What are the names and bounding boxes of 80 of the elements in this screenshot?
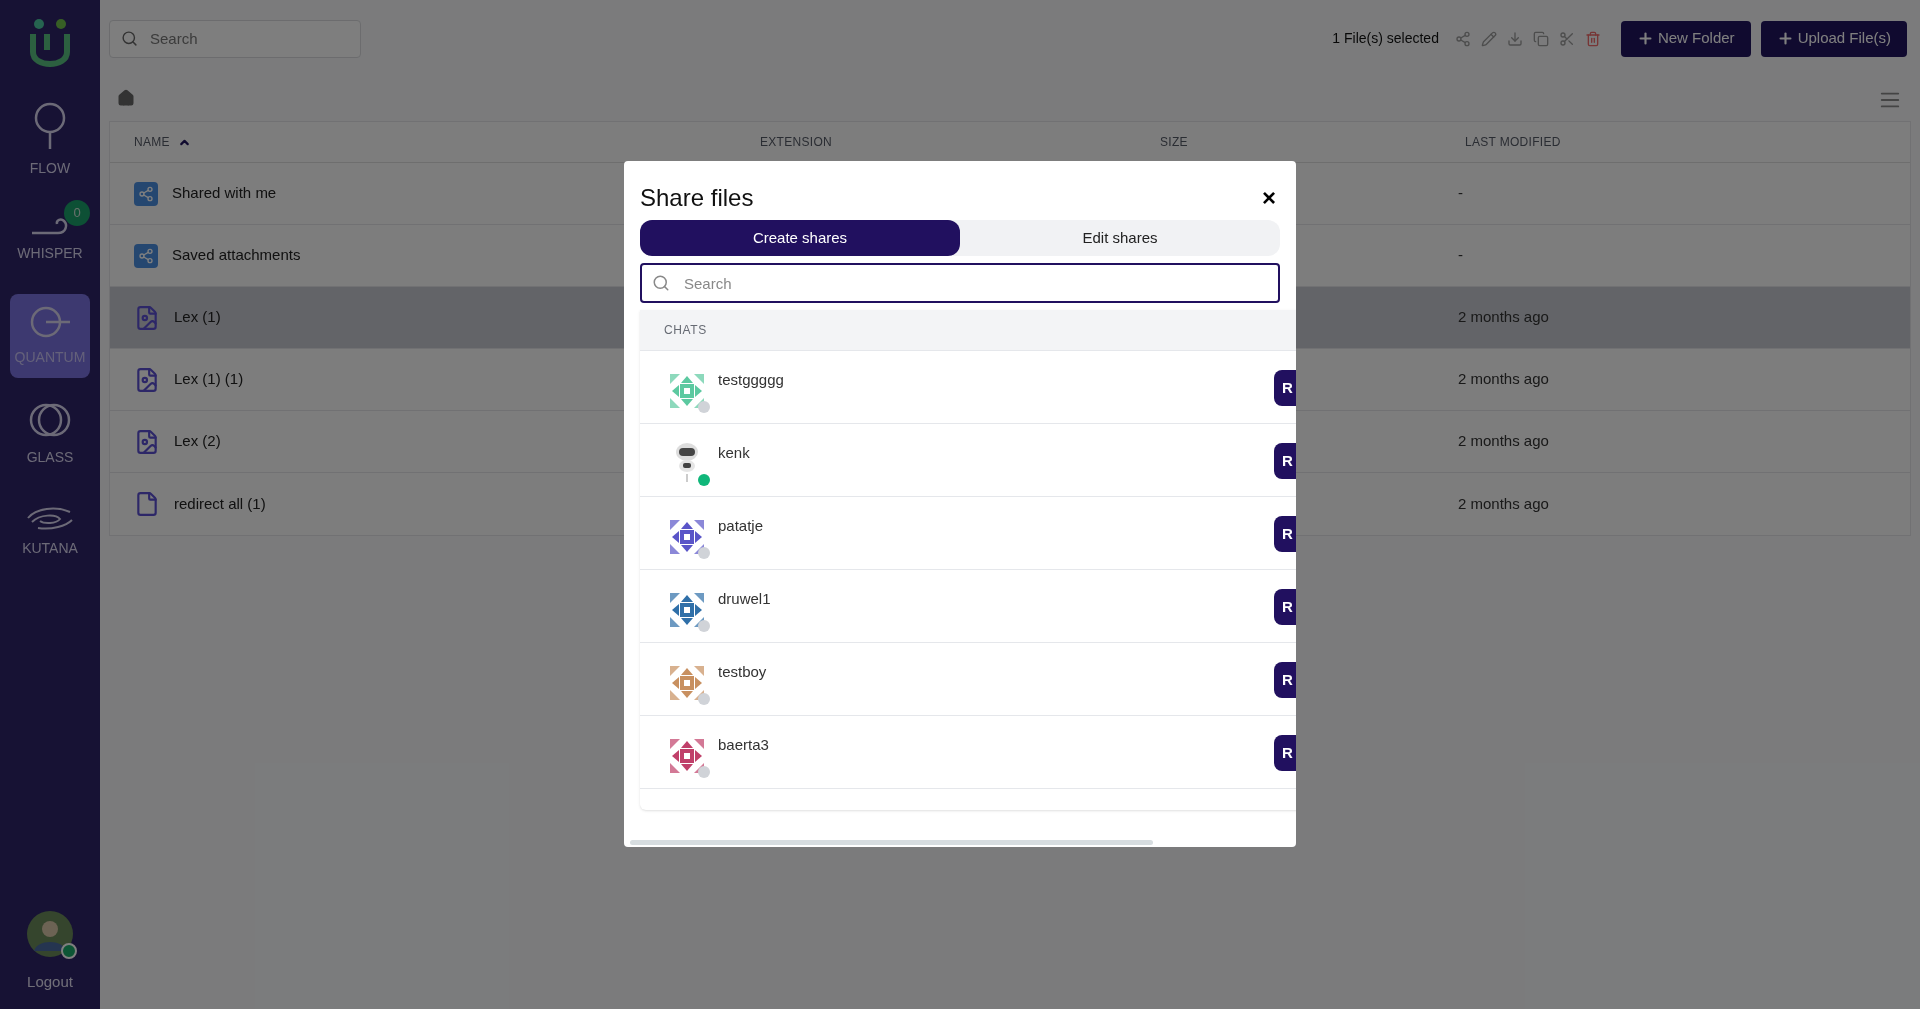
edit-icon[interactable]: [1480, 30, 1497, 47]
search-icon: [121, 29, 138, 47]
pattern-avatar-icon: [670, 374, 704, 408]
share-chat-button[interactable]: R: [1274, 589, 1296, 625]
chat-row[interactable]: baerta3 R: [640, 716, 1296, 789]
horizontal-scrollbar[interactable]: [630, 840, 1153, 845]
last-modified: -: [1458, 245, 1463, 266]
wave-icon: [26, 505, 74, 530]
file-name: Lex (1) (1): [174, 369, 244, 390]
chat-row[interactable]: testggggg R: [640, 351, 1296, 424]
dialog-tab[interactable]: Create shares: [640, 220, 960, 256]
file-name: redirect all (1): [174, 493, 266, 514]
pattern-avatar-icon: [670, 520, 704, 554]
chat-row[interactable]: kenk R: [640, 424, 1296, 497]
chat-name: kenk: [718, 443, 750, 463]
cut-icon[interactable]: [1558, 30, 1575, 47]
user-avatar[interactable]: [27, 910, 73, 957]
chat-row[interactable]: druwel1 R: [640, 570, 1296, 643]
close-button[interactable]: ×: [1262, 186, 1276, 210]
file-name: Lex (2): [174, 431, 221, 452]
date-cell[interactable]: 2 months ago: [1298, 287, 1910, 348]
share-chat-button[interactable]: R: [1274, 735, 1296, 771]
plus-icon: [1776, 30, 1794, 47]
last-modified: 2 months ago: [1458, 369, 1549, 390]
image-file-icon: [134, 366, 160, 393]
share-chat-button[interactable]: R: [1274, 662, 1296, 698]
copy-icon[interactable]: [1532, 30, 1549, 47]
dialog-tab[interactable]: Edit shares: [960, 220, 1280, 256]
nav-item[interactable]: WHISPER 0: [10, 196, 90, 280]
new-folder-button[interactable]: New Folder: [1620, 20, 1751, 57]
balloon-icon: [33, 101, 67, 150]
section-header: CHATS: [664, 322, 707, 339]
search-field[interactable]: Search: [109, 19, 361, 58]
share-folder-icon: [134, 243, 158, 268]
chat-search-field[interactable]: Search: [640, 263, 1280, 303]
nav-item[interactable]: FLOW: [10, 98, 90, 182]
last-modified: 2 months ago: [1458, 493, 1549, 514]
nav-item[interactable]: GLASS: [10, 392, 90, 476]
search-icon: [652, 274, 670, 292]
plus-icon: [1636, 30, 1654, 47]
pattern-avatar-icon: [670, 666, 704, 700]
share-folder-icon: [134, 181, 158, 206]
file-name: Lex (1): [174, 307, 221, 328]
column-header[interactable]: SIZE: [1160, 133, 1465, 151]
download-icon[interactable]: [1506, 30, 1523, 47]
count-badge: 0: [64, 200, 90, 226]
file-name: Shared with me: [172, 183, 277, 204]
file-icon: [134, 491, 160, 517]
selection-count: 1 File(s) selected: [1332, 29, 1439, 48]
pattern-avatar-icon: [670, 593, 704, 627]
delete-icon[interactable]: [1584, 30, 1601, 47]
name-cell[interactable]: Lex (1): [110, 287, 626, 348]
last-modified: 2 months ago: [1458, 431, 1549, 452]
circle-line-icon: [29, 304, 71, 339]
chat-name: baerta3: [718, 735, 769, 755]
chat-name: patatje: [718, 516, 764, 536]
file-name: Saved attachments: [172, 245, 301, 266]
nav-item[interactable]: KUTANA: [10, 490, 90, 574]
share-icon[interactable]: [1454, 30, 1471, 47]
chat-name: testboy: [718, 662, 767, 682]
share-chat-button[interactable]: R: [1274, 370, 1296, 406]
image-file-icon: [134, 304, 160, 331]
upload-button[interactable]: Upload File(s): [1760, 20, 1907, 57]
dialog-title: Share files: [640, 183, 754, 213]
chat-row[interactable]: patatje R: [640, 497, 1296, 570]
home-icon[interactable]: [117, 89, 135, 107]
chat-name: druwel1: [718, 589, 771, 609]
logo-icon: [29, 18, 71, 70]
column-header[interactable]: LAST MODIFIED: [1465, 133, 1910, 151]
chat-row[interactable]: testboy R: [640, 643, 1296, 716]
column-header[interactable]: NAME: [134, 133, 760, 151]
image-file-icon: [134, 428, 160, 455]
column-header[interactable]: EXTENSION: [760, 133, 1160, 151]
last-modified: 2 months ago: [1458, 307, 1549, 328]
logout-button[interactable]: Logout: [27, 970, 73, 993]
share-chat-button[interactable]: R: [1274, 443, 1296, 479]
last-modified: -: [1458, 183, 1463, 204]
chat-name: testggggg: [718, 370, 784, 390]
pattern-avatar-icon: [670, 739, 704, 773]
share-chat-button[interactable]: R: [1274, 516, 1296, 552]
